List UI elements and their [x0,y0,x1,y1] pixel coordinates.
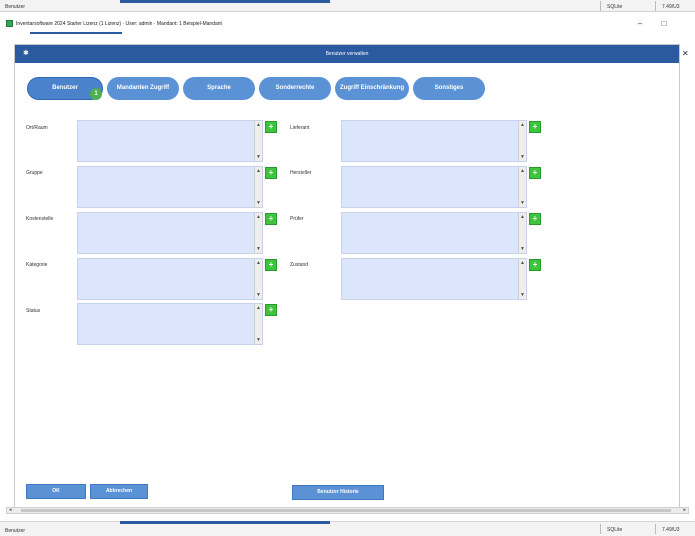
ok-button[interactable]: OK [26,484,86,499]
add-ort-raum-button[interactable]: + [265,121,277,133]
minimize-button[interactable]: – [634,19,646,29]
filter-list-gruppe[interactable]: ▲ ▼ [77,166,263,208]
scroll-up-icon[interactable]: ▲ [256,122,261,128]
tab-label: Mandanten Zugriff [116,85,170,91]
scroll-down-icon[interactable]: ▼ [520,292,525,298]
dialog-title: Benutzer verwalten [325,51,369,57]
list-scrollbar[interactable]: ▲ ▼ [518,121,526,161]
scroll-up-icon[interactable]: ▲ [520,122,525,128]
filter-list-lieferant[interactable]: ▲ ▼ [341,120,527,162]
bottom-status-text: Benutzer [5,528,26,534]
filter-label-ort-raum: Ort/Raum [26,125,48,131]
app-window: Benutzer SQLite 7.49/U3 Inventarsoftware… [0,0,695,536]
tab-label: Benutzer [52,85,78,91]
filter-label-kategorie: Kategorie [26,262,48,268]
tab-label: Zugriff Einschränkung [339,85,404,91]
filter-label-gruppe: Gruppe [26,170,43,176]
scroll-down-icon[interactable]: ▼ [520,154,525,160]
filter-list-ort-raum[interactable]: ▲ ▼ [77,120,263,162]
bottom-accent-strip [120,521,330,524]
add-pruefer-button[interactable]: + [529,213,541,225]
scroll-up-icon[interactable]: ▲ [520,260,525,266]
filter-list-kostenstelle[interactable]: ▲ ▼ [77,212,263,254]
scroll-down-icon[interactable]: ▼ [256,337,261,343]
add-status-button[interactable]: + [265,304,277,316]
scroll-down-icon[interactable]: ▼ [256,200,261,206]
top-accent-strip [120,0,330,3]
scroll-up-icon[interactable]: ▲ [256,305,261,311]
list-scrollbar[interactable]: ▲ ▼ [518,259,526,299]
horizontal-scrollbar[interactable]: ◂ ▸ [6,507,689,514]
scrollbar-thumb[interactable] [21,509,671,512]
filter-list-pruefer[interactable]: ▲ ▼ [341,212,527,254]
filter-list-hersteller[interactable]: ▲ ▼ [341,166,527,208]
tab-label: Sonderrechte [275,85,315,91]
filter-label-zustand: Zustand [290,262,309,268]
add-gruppe-button[interactable]: + [265,167,277,179]
tab-mandanten-zugriff[interactable]: Mandanten Zugriff [107,77,179,100]
filter-list-status[interactable]: ▲ ▼ [77,303,263,345]
add-kategorie-button[interactable]: + [265,259,277,271]
scroll-up-icon[interactable]: ▲ [256,260,261,266]
maximize-button[interactable]: □ [658,19,670,29]
top-status-bar: Benutzer SQLite 7.49/U3 [0,0,695,12]
user-history-button[interactable]: Benutzer Historie [292,485,384,500]
filter-label-hersteller: Hersteller [290,170,312,176]
scroll-right-icon[interactable]: ▸ [683,507,686,513]
close-icon[interactable]: ✕ [682,49,689,58]
app-title-bar: Inventarsoftware 2024 Starter Lizenz (1 … [0,16,695,34]
tab-label: Sprache [207,85,231,91]
add-hersteller-button[interactable]: + [529,167,541,179]
cancel-button[interactable]: Abbrechen [90,484,148,499]
filter-label-lieferant: Lieferant [290,125,310,131]
list-scrollbar[interactable]: ▲ ▼ [254,213,262,253]
title-accent-line [30,32,122,34]
filter-list-zustand[interactable]: ▲ ▼ [341,258,527,300]
list-scrollbar[interactable]: ▲ ▼ [518,167,526,207]
scroll-down-icon[interactable]: ▼ [520,246,525,252]
tab-sprache[interactable]: Sprache [183,77,255,100]
add-kostenstelle-button[interactable]: + [265,213,277,225]
scroll-up-icon[interactable]: ▲ [520,168,525,174]
list-scrollbar[interactable]: ▲ ▼ [254,167,262,207]
scroll-up-icon[interactable]: ▲ [256,214,261,220]
list-scrollbar[interactable]: ▲ ▼ [254,259,262,299]
top-status-db: SQLite [600,1,622,11]
filter-label-kostenstelle: Kostenstelle [26,216,54,222]
dialog-header: ✱ Benutzer verwalten [15,45,679,63]
tab-sonderrechte[interactable]: Sonderrechte [259,77,331,100]
scroll-down-icon[interactable]: ▼ [256,246,261,252]
top-status-version: 7.49/U3 [655,1,680,11]
list-scrollbar[interactable]: ▲ ▼ [254,304,262,344]
top-status-text: Benutzer [5,4,26,10]
bottom-status-version: 7.49/U3 [655,524,680,534]
add-lieferant-button[interactable]: + [529,121,541,133]
tab-sonstiges[interactable]: Sonstiges [413,77,485,100]
filter-list-kategorie[interactable]: ▲ ▼ [77,258,263,300]
list-scrollbar[interactable]: ▲ ▼ [254,121,262,161]
scroll-down-icon[interactable]: ▼ [256,292,261,298]
active-tab-badge: 1 [90,88,102,100]
scroll-up-icon[interactable]: ▲ [256,168,261,174]
tab-zugriff-einschraenkung[interactable]: Zugriff Einschränkung [335,77,409,100]
tab-label: Sonstiges [434,85,464,91]
bottom-status-db: SQLite [600,524,622,534]
bottom-status-bar: Benutzer SQLite 7.49/U3 [0,521,695,536]
filter-label-status: Status [26,308,41,314]
filter-label-pruefer: Prüfer [290,216,304,222]
scroll-up-icon[interactable]: ▲ [520,214,525,220]
add-zustand-button[interactable]: + [529,259,541,271]
app-title: Inventarsoftware 2024 Starter Lizenz (1 … [16,21,222,27]
scroll-left-icon[interactable]: ◂ [9,507,12,513]
scroll-down-icon[interactable]: ▼ [256,154,261,160]
list-scrollbar[interactable]: ▲ ▼ [518,213,526,253]
app-logo-icon [6,20,13,27]
scroll-down-icon[interactable]: ▼ [520,200,525,206]
